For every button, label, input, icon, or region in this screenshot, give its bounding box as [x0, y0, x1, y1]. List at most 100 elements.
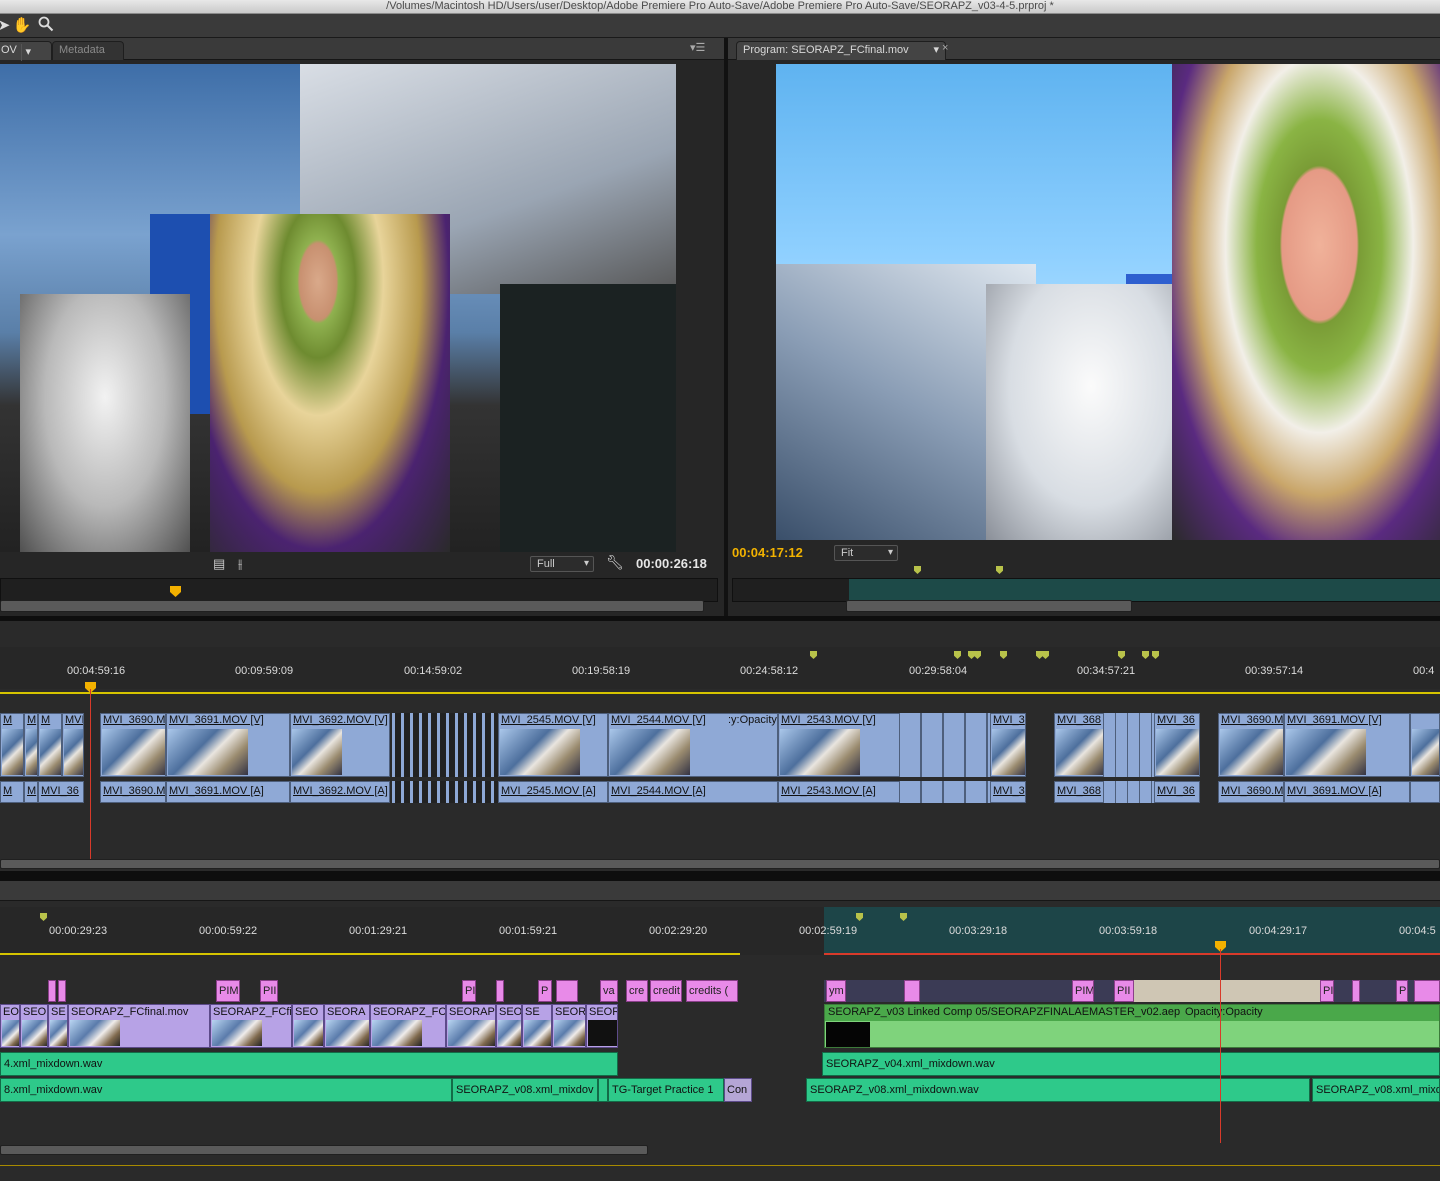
audio-clip[interactable]: M: [0, 781, 24, 803]
audio-clip-con[interactable]: Con: [724, 1078, 752, 1102]
title-clip[interactable]: [556, 980, 578, 1002]
linked-comp-clip[interactable]: SEORAPZ_v03 Linked Comp 05/SEORAPZFINALA…: [824, 1004, 1440, 1048]
tab-metadata[interactable]: Metadata: [52, 41, 124, 60]
video-clip[interactable]: SEOR: [586, 1004, 618, 1048]
video-clip[interactable]: MVI_3690.M: [1218, 713, 1284, 777]
panel-divider-horizontal[interactable]: [0, 871, 1440, 881]
video-clip[interactable]: SEORAPZ_FCfinal.mov: [68, 1004, 210, 1048]
audio-clip[interactable]: MVI_2543.MOV [A]: [778, 781, 900, 803]
audio-clip-mixdown[interactable]: SEORAPZ_v08.xml_mixdown.wav: [806, 1078, 1310, 1102]
video-clip[interactable]: MVI_3: [990, 713, 1026, 777]
title-clip[interactable]: credits (: [686, 980, 738, 1002]
program-scrub-bar[interactable]: [732, 578, 1440, 602]
video-clip[interactable]: SEO: [292, 1004, 324, 1048]
tab-source[interactable]: OV ▾: [0, 41, 52, 61]
video-clip[interactable]: SEORAPZ_FC: [370, 1004, 446, 1048]
title-clip[interactable]: PII: [260, 980, 278, 1002]
short-audio-cluster[interactable]: [1104, 781, 1154, 803]
panel-divider[interactable]: [724, 38, 728, 616]
short-audio-cluster[interactable]: [392, 781, 498, 803]
audio-clip[interactable]: MVI_3691.MOV [A]: [166, 781, 290, 803]
panel-menu-icon[interactable]: ▾☰: [690, 41, 705, 54]
video-clip[interactable]: MVI_36: [62, 713, 84, 777]
short-clips-cluster[interactable]: [1104, 713, 1154, 777]
work-area-bar[interactable]: [0, 953, 740, 955]
work-area-bar[interactable]: [0, 692, 1440, 694]
audio-clip[interactable]: [598, 1078, 608, 1102]
audio-clip-mixdown[interactable]: 4.xml_mixdown.wav: [0, 1052, 618, 1076]
program-zoom-select[interactable]: Fit: [834, 545, 898, 561]
sequence-marker[interactable]: [1142, 651, 1149, 659]
program-marker[interactable]: [996, 566, 1003, 574]
video-clip[interactable]: MVI_2543.MOV [V]: [778, 713, 900, 777]
timeline2-scrollbar[interactable]: [0, 1145, 648, 1155]
short-clips-cluster[interactable]: [392, 713, 498, 777]
opacity-rubberband-label[interactable]: :y:Opacity: [728, 714, 777, 726]
video-clip[interactable]: SE: [522, 1004, 552, 1048]
video-clip[interactable]: [1410, 713, 1440, 777]
zoom-tool-icon[interactable]: [36, 16, 56, 36]
sequence-marker[interactable]: [1036, 651, 1043, 659]
video-clip[interactable]: MVI_3692.MOV [V]: [290, 713, 390, 777]
title-clip[interactable]: PIM: [1072, 980, 1094, 1002]
audio-clip[interactable]: MVI_3: [990, 781, 1026, 803]
source-zoom-select[interactable]: Full: [530, 556, 594, 572]
title-clip[interactable]: ym: [826, 980, 846, 1002]
video-clip[interactable]: SE: [48, 1004, 68, 1048]
audio-clip-music[interactable]: TG-Target Practice 1: [608, 1078, 724, 1102]
audio-clip-mixdown[interactable]: SEORAPZ_v08.xml_mixdown: [1312, 1078, 1440, 1102]
hand-tool-icon[interactable]: ✋: [12, 16, 32, 36]
sequence-marker[interactable]: [1152, 651, 1159, 659]
short-audio-cluster[interactable]: [900, 781, 990, 803]
title-clip[interactable]: [496, 980, 504, 1002]
video-clip[interactable]: MVI_3690.M: [100, 713, 166, 777]
source-timecode[interactable]: 00:00:26:18: [636, 556, 707, 571]
audio-clip-mixdown[interactable]: SEORAPZ_v04.xml_mixdown.wav: [822, 1052, 1440, 1076]
audio-clip[interactable]: MVI_36: [1154, 781, 1200, 803]
video-clip[interactable]: SEORA: [324, 1004, 370, 1048]
video-clip[interactable]: MVI_2545.MOV [V]: [498, 713, 608, 777]
title-clip[interactable]: [58, 980, 66, 1002]
sequence-marker[interactable]: [1042, 651, 1049, 659]
audio-clip[interactable]: MVI_2545.MOV [A]: [498, 781, 608, 803]
video-clip[interactable]: MVI_36: [1154, 713, 1200, 777]
audio-clip[interactable]: MVI_3691.MOV [A]: [1284, 781, 1410, 803]
audio-clip-mixdown[interactable]: SEORAPZ_v08.xml_mixdov: [452, 1078, 598, 1102]
sequence-marker[interactable]: [954, 651, 961, 659]
video-clip[interactable]: MVI_3691.MOV [V]: [1284, 713, 1410, 777]
film-icon[interactable]: ▤: [213, 556, 225, 572]
video-clip[interactable]: EO: [0, 1004, 20, 1048]
title-clip[interactable]: PIM: [216, 980, 240, 1002]
title-clip[interactable]: [1414, 980, 1440, 1002]
title-clip[interactable]: PII: [1114, 980, 1134, 1002]
audio-waveform-icon[interactable]: ⫲: [238, 556, 242, 572]
wrench-icon[interactable]: 🔧︎: [606, 554, 624, 571]
video-clip[interactable]: SEOI: [20, 1004, 48, 1048]
video-clip[interactable]: M: [38, 713, 62, 777]
audio-clip[interactable]: MVI_3690.M: [100, 781, 166, 803]
audio-clip[interactable]: MVI_2544.MOV [A]: [608, 781, 778, 803]
program-timecode[interactable]: 00:04:17:12: [732, 545, 803, 560]
video-clip[interactable]: SEOR: [552, 1004, 586, 1048]
source-video-frame[interactable]: [0, 64, 676, 552]
title-clip[interactable]: PI: [462, 980, 476, 1002]
title-clip-beige[interactable]: [1134, 980, 1320, 1002]
audio-clip[interactable]: [1410, 781, 1440, 803]
title-clip[interactable]: P: [1396, 980, 1408, 1002]
audio-clip-mixdown[interactable]: 8.xml_mixdown.wav: [0, 1078, 452, 1102]
audio-clip[interactable]: MVI_36: [38, 781, 84, 803]
program-marker[interactable]: [914, 566, 921, 574]
video-clip[interactable]: MVI_3691.MOV [V]: [166, 713, 290, 777]
audio-clip[interactable]: MVI_3692.MOV [A]: [290, 781, 390, 803]
sequence-marker[interactable]: [810, 651, 817, 659]
short-clips-cluster[interactable]: [900, 713, 990, 777]
sequence-marker[interactable]: [1118, 651, 1125, 659]
linked-comp-opacity[interactable]: Opacity:Opacity: [1185, 1006, 1263, 1018]
title-clip[interactable]: credit: [650, 980, 682, 1002]
source-scrub-bar[interactable]: [0, 578, 718, 602]
video-clip[interactable]: M: [0, 713, 24, 777]
timeline1-ruler[interactable]: 00:04:59:16 00:09:59:09 00:14:59:02 00:1…: [0, 647, 1440, 689]
video-clip[interactable]: SEORAPZ_FCfi: [210, 1004, 292, 1048]
audio-clip[interactable]: MVI_368: [1054, 781, 1104, 803]
title-clip[interactable]: va: [600, 980, 618, 1002]
